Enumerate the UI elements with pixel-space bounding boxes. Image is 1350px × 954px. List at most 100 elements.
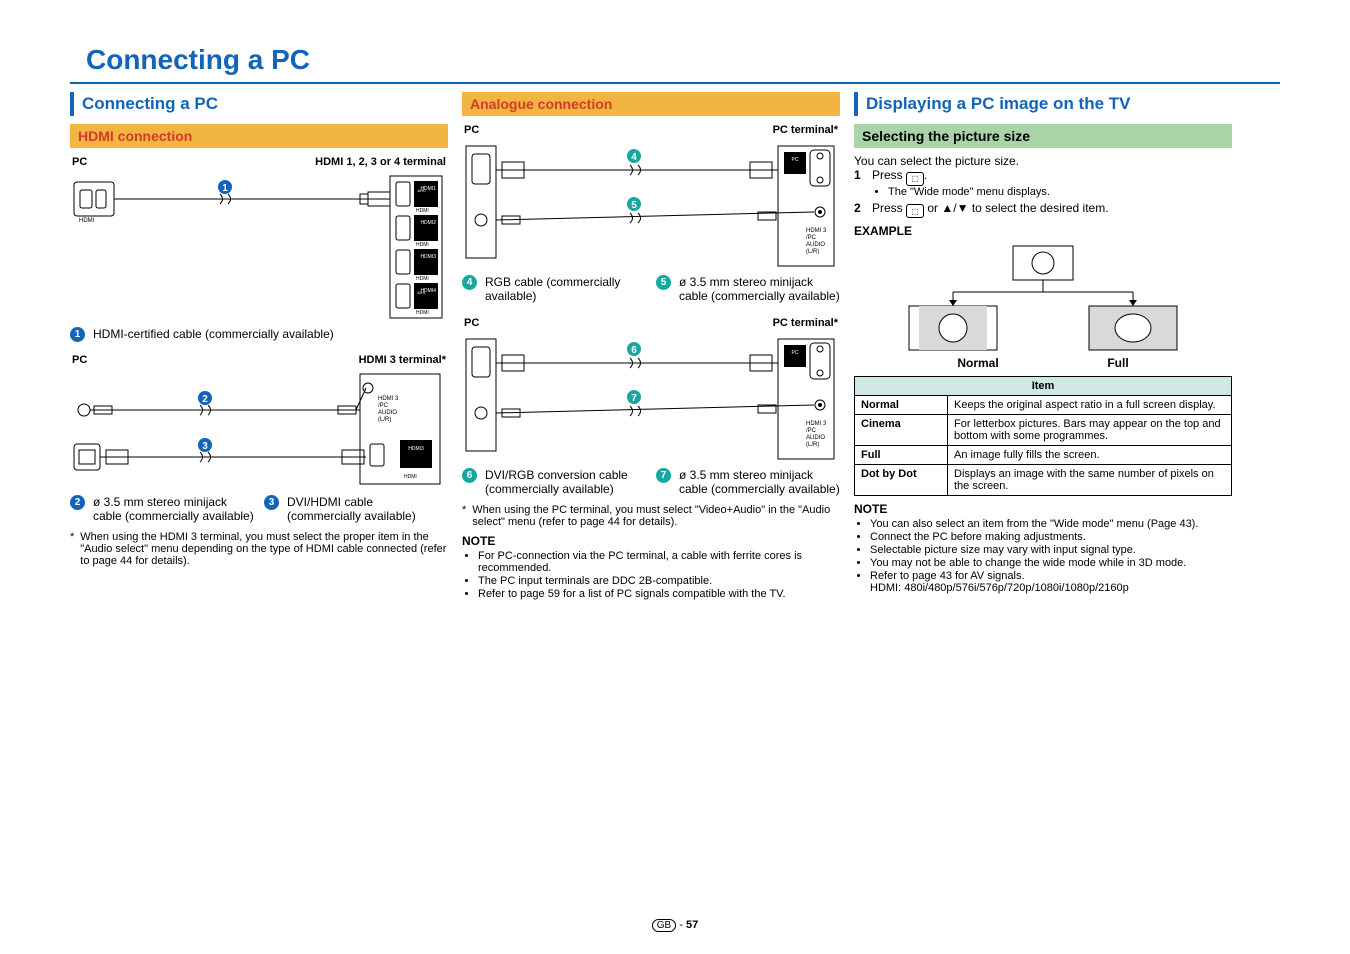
svg-text:HDMI: HDMI (416, 276, 429, 282)
diagram-rgb: PC HDMI 3 /PC AUDIO (L/R) 4 (462, 140, 840, 270)
svg-text:AUDIO: AUDIO (806, 435, 825, 441)
section-heading: Connecting a PC (70, 92, 448, 116)
step1-text-a: Press (872, 168, 906, 182)
svg-text:(L/R): (L/R) (806, 249, 819, 255)
svg-text:/PC: /PC (806, 235, 817, 241)
svg-text:HDMI 3: HDMI 3 (806, 228, 827, 234)
label-pc-2: PC (72, 354, 87, 366)
diagram-hdmi-multi: HDMI 1 HDMI1 HDMI2 HDMI3 HDMI4 (70, 172, 448, 322)
step2-text-b: or (924, 201, 941, 215)
bullet-3-icon: 3 (264, 495, 279, 510)
svg-text:(L/R): (L/R) (806, 442, 819, 448)
subsection-picture-size: Selecting the picture size (854, 124, 1232, 148)
note-item: For PC-connection via the PC terminal, a… (478, 550, 840, 574)
svg-text:HDMI: HDMI (416, 242, 429, 248)
label-hdmi3-terminal: HDMI 3 terminal* (359, 354, 446, 366)
page-number: 57 (686, 919, 698, 931)
svg-text:ARC: ARC (418, 188, 427, 193)
column-right: Displaying a PC image on the TV Selectin… (854, 92, 1232, 601)
table-row: Dot by DotDisplays an image with the sam… (855, 465, 1232, 496)
label-hdmi-terminal: HDMI 1, 2, 3 or 4 terminal (315, 156, 446, 168)
page-title: Connecting a PC (86, 44, 1280, 76)
step1-text-b: . (924, 168, 927, 182)
legend-4: 4 RGB cable (commercially available) (462, 275, 646, 303)
wide-mode-button-icon: ⬚ (906, 204, 924, 218)
legend-2: 2 ø 3.5 mm stereo minijack cable (commer… (70, 495, 254, 523)
legend-7: 7 ø 3.5 mm stereo minijack cable (commer… (656, 468, 840, 496)
table-row: NormalKeeps the original aspect ratio in… (855, 396, 1232, 415)
svg-text:HDMI 3: HDMI 3 (378, 396, 399, 402)
note-item: You may not be able to change the wide m… (870, 557, 1232, 569)
bullet-6-icon: 6 (462, 468, 477, 483)
column-middle: Analogue connection PC PC terminal* PC (462, 92, 840, 601)
wide-mode-button-icon: ⬚ (906, 172, 924, 186)
intro-text: You can select the picture size. (854, 154, 1232, 168)
svg-text:PC: PC (792, 350, 799, 356)
step2-text-c: to select the desired item. (968, 201, 1108, 215)
svg-text:HDMI 3: HDMI 3 (806, 421, 827, 427)
example-label-full: Full (1107, 356, 1128, 370)
note-item: You can also select an item from the "Wi… (870, 518, 1232, 530)
svg-text:(L/R): (L/R) (378, 417, 391, 423)
note-heading-right: NOTE (854, 502, 1232, 516)
bullet-1-icon: 1 (70, 327, 85, 342)
region-badge: GB (652, 919, 676, 932)
example-diagram (903, 244, 1183, 354)
svg-text:4: 4 (631, 152, 637, 163)
footnote-pc-terminal: * When using the PC terminal, you must s… (462, 504, 840, 528)
step2-text-a: Press (872, 201, 906, 215)
picture-size-table: Item NormalKeeps the original aspect rat… (854, 376, 1232, 496)
svg-text:HDMI: HDMI (404, 474, 417, 480)
svg-text:HDMI3: HDMI3 (408, 446, 424, 452)
svg-text:6: 6 (631, 345, 637, 356)
legend-4-text: RGB cable (commercially available) (485, 275, 646, 303)
legend-5-text: ø 3.5 mm stereo minijack cable (commerci… (679, 275, 840, 303)
note-list-middle: For PC-connection via the PC terminal, a… (462, 550, 840, 600)
svg-text:PC: PC (792, 157, 799, 163)
label-pc: PC (72, 156, 87, 168)
diagram-dvirgb: PC HDMI 3 /PC AUDIO (L/R) 6 (462, 333, 840, 463)
label-pc-terminal: PC terminal* (773, 124, 838, 136)
step1-sub: The "Wide mode" menu displays. (888, 186, 1050, 198)
note-item: Refer to page 59 for a list of PC signal… (478, 588, 840, 600)
down-arrow-icon: ▼ (957, 201, 969, 215)
label-pc-terminal-2: PC terminal* (773, 317, 838, 329)
svg-text:/PC: /PC (806, 428, 817, 434)
svg-text:1: 1 (222, 183, 228, 194)
analogue-connection-band: Analogue connection (462, 92, 840, 116)
example-heading: EXAMPLE (854, 224, 1232, 238)
bullet-4-icon: 4 (462, 275, 477, 290)
page-footer: GB - 57 (0, 919, 1350, 932)
up-arrow-icon: ▲ (941, 201, 953, 215)
legend-6: 6 DVI/RGB conversion cable (commercially… (462, 468, 646, 496)
section-heading-display: Displaying a PC image on the TV (854, 92, 1232, 116)
note-item: Refer to page 43 for AV signals. HDMI: 4… (870, 570, 1232, 594)
bullet-7-icon: 7 (656, 468, 671, 483)
legend-6-text: DVI/RGB conversion cable (commercially a… (485, 468, 646, 496)
note-item: Selectable picture size may vary with in… (870, 544, 1232, 556)
legend-2-text: ø 3.5 mm stereo minijack cable (commerci… (93, 495, 254, 523)
example-label-normal: Normal (957, 356, 998, 370)
legend-5: 5 ø 3.5 mm stereo minijack cable (commer… (656, 275, 840, 303)
svg-text:HDMI: HDMI (416, 310, 429, 316)
svg-text:2: 2 (202, 394, 208, 405)
svg-text:HDMI: HDMI (79, 218, 95, 224)
legend-7-text: ø 3.5 mm stereo minijack cable (commerci… (679, 468, 840, 496)
bullet-5-icon: 5 (656, 275, 671, 290)
svg-text:7: 7 (631, 393, 637, 404)
label-pc-4: PC (464, 317, 479, 329)
svg-text:HDMI2: HDMI2 (420, 220, 436, 226)
table-row: FullAn image fully fills the screen. (855, 446, 1232, 465)
svg-text:HDMI3: HDMI3 (420, 254, 436, 260)
note-list-right: You can also select an item from the "Wi… (854, 518, 1232, 594)
table-row: CinemaFor letterbox pictures. Bars may a… (855, 415, 1232, 446)
note-heading-middle: NOTE (462, 534, 840, 548)
svg-text:/PC: /PC (378, 403, 389, 409)
svg-text:HDMI: HDMI (416, 208, 429, 214)
table-header: Item (855, 377, 1232, 396)
legend-3: 3 DVI/HDMI cable (commercially available… (264, 495, 448, 523)
hdmi-connection-band: HDMI connection (70, 124, 448, 148)
svg-text:AUDIO: AUDIO (806, 242, 825, 248)
diagram-hdmi3: HDMI 3 /PC AUDIO (L/R) HDMI3 HDMI 2 (70, 370, 448, 490)
legend-3-text: DVI/HDMI cable (commercially available) (287, 495, 448, 523)
